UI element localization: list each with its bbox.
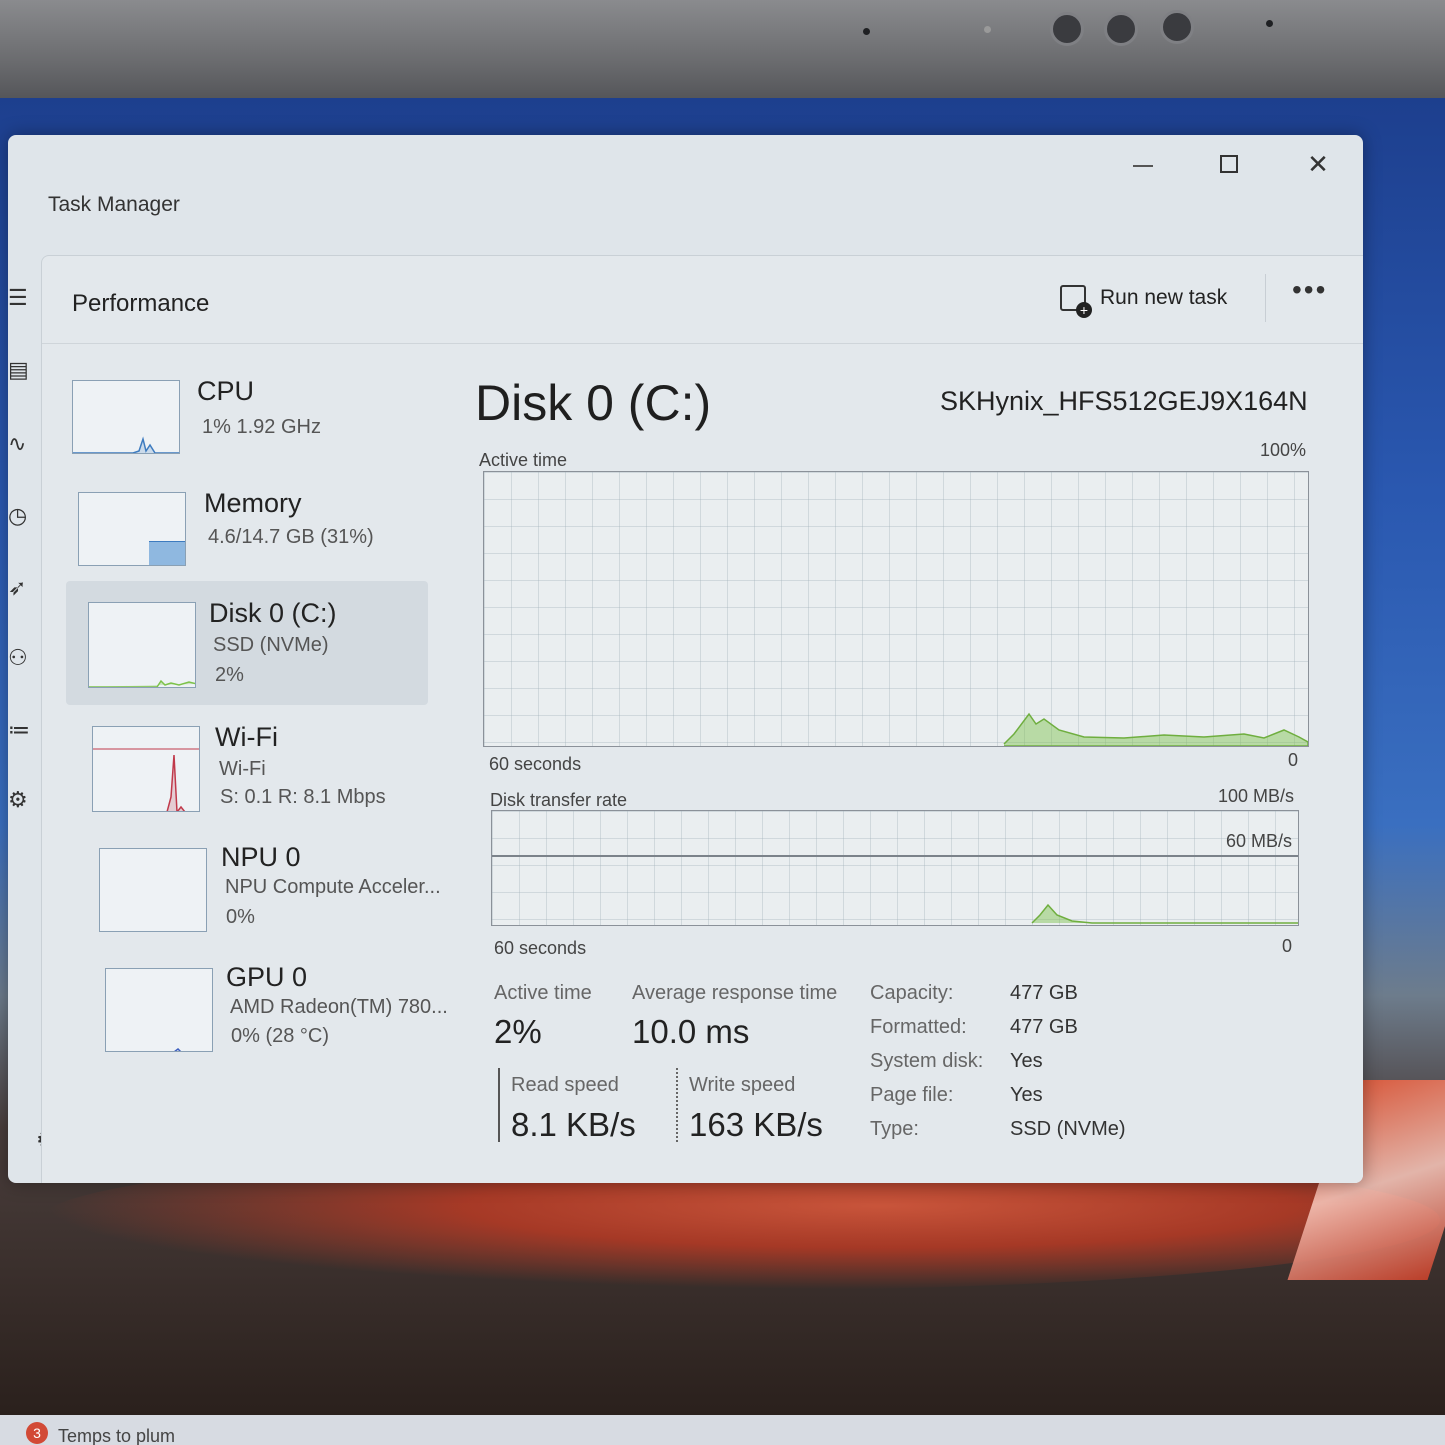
active-time-label: Active time xyxy=(494,982,592,1004)
startup-apps-icon[interactable]: ➶ xyxy=(8,575,44,605)
active-time-graph-max: 100% xyxy=(1260,440,1307,460)
taskbar-item[interactable]: Temps to plum xyxy=(58,1426,175,1445)
users-icon[interactable]: ⚇ xyxy=(8,645,44,675)
device-name: Wi-Fi xyxy=(215,722,278,752)
task-manager-window: Task Manager ✕ ☰ ▤ ∿ ◷ ➶ ⚇ ≔ ⚙ ⚙ Perform… xyxy=(8,135,1363,1183)
transfer-graph-span: 60 seconds xyxy=(494,938,587,958)
sensor-dot xyxy=(863,28,870,35)
performance-icon[interactable]: ∿ xyxy=(8,431,44,461)
camera-lens xyxy=(1160,10,1194,44)
device-item-cpu[interactable]: CPU 1% 1.92 GHz xyxy=(42,376,462,486)
device-item-disk[interactable]: Disk 0 (C:) SSD (NVMe) 2% xyxy=(42,598,462,708)
camera-lens xyxy=(1104,12,1138,46)
cpu-thumbnail-graph xyxy=(72,380,180,454)
transfer-graph-max: 100 MB/s xyxy=(1218,786,1295,806)
avg-response-value: 10.0 ms xyxy=(632,1013,750,1050)
disk-thumbnail-graph xyxy=(88,602,196,688)
active-time-graph-span: 60 seconds xyxy=(489,754,582,774)
sensor-dot xyxy=(984,26,991,33)
transfer-graph-min: 0 xyxy=(1282,936,1293,956)
processes-icon[interactable]: ▤ xyxy=(8,357,44,387)
device-detail: NPU Compute Acceler... xyxy=(225,876,441,898)
device-throughput: S: 0.1 R: 8.1 Mbps xyxy=(220,786,386,808)
write-speed-label: Write speed xyxy=(689,1074,796,1096)
device-item-npu[interactable]: NPU 0 NPU Compute Acceler... 0% xyxy=(42,842,462,952)
divider xyxy=(1265,274,1266,322)
device-usage: 0% xyxy=(226,906,255,928)
property-key: Formatted: xyxy=(870,1016,967,1038)
property-key: System disk: xyxy=(870,1050,984,1072)
memory-thumbnail-graph xyxy=(78,492,186,566)
device-name: NPU 0 xyxy=(221,842,301,872)
wifi-thumbnail-graph xyxy=(92,726,200,812)
npu-thumbnail-graph xyxy=(99,848,207,932)
device-usage: 2% xyxy=(215,664,244,686)
maximize-icon[interactable] xyxy=(1220,155,1238,173)
device-item-wifi[interactable]: Wi-Fi Wi-Fi S: 0.1 R: 8.1 Mbps xyxy=(42,722,462,832)
minimize-icon[interactable] xyxy=(1133,165,1153,167)
detail-title: Disk 0 (C:) xyxy=(475,375,712,431)
property-key: Capacity: xyxy=(870,982,954,1004)
notification-badge[interactable]: 3 xyxy=(26,1422,48,1444)
device-name: CPU xyxy=(197,376,255,406)
device-detail: AMD Radeon(TM) 780... xyxy=(230,996,448,1018)
property-value: Yes xyxy=(1010,1050,1043,1072)
avg-response-label: Average response time xyxy=(632,982,838,1004)
transfer-graph-label: Disk transfer rate xyxy=(490,790,628,810)
read-speed-bar xyxy=(498,1068,500,1142)
device-item-gpu[interactable]: GPU 0 AMD Radeon(TM) 780... 0% (28 °C) xyxy=(42,962,462,1072)
disk-model: SKHynix_HFS512GEJ9X164N xyxy=(940,386,1308,416)
device-item-memory[interactable]: Memory 4.6/14.7 GB (31%) xyxy=(42,488,462,598)
title-bar: Task Manager ✕ xyxy=(8,135,1363,245)
active-time-graph-label: Active time xyxy=(479,450,568,470)
property-value: 477 GB xyxy=(1010,1016,1078,1038)
property-value: Yes xyxy=(1010,1084,1043,1106)
device-name: Disk 0 (C:) xyxy=(209,598,337,628)
more-options-icon[interactable]: ••• xyxy=(1292,274,1327,306)
device-usage: 0% (28 °C) xyxy=(231,1025,330,1047)
details-icon[interactable]: ≔ xyxy=(8,717,44,747)
hamburger-menu-icon[interactable]: ☰ xyxy=(8,285,44,315)
panel-header: Performance Run new task ••• xyxy=(42,256,1363,344)
property-value: SSD (NVMe) xyxy=(1010,1118,1126,1140)
performance-panel: Performance Run new task ••• CPU 1% 1.92… xyxy=(41,255,1363,1183)
device-detail: SSD (NVMe) xyxy=(213,634,329,656)
taskbar xyxy=(0,1415,1445,1445)
device-detail: Wi-Fi xyxy=(219,758,266,780)
active-time-value: 2% xyxy=(494,1013,542,1050)
memory-usage-fill xyxy=(149,541,185,565)
write-speed-bar xyxy=(676,1068,678,1142)
app-history-icon[interactable]: ◷ xyxy=(8,503,44,533)
close-icon[interactable]: ✕ xyxy=(1296,149,1340,179)
device-detail: 1% 1.92 GHz xyxy=(202,416,321,438)
transfer-rate-graph: 60 MB/s xyxy=(491,810,1299,926)
gpu-thumbnail-graph xyxy=(105,968,213,1052)
active-time-graph-min: 0 xyxy=(1288,750,1299,770)
page-title: Performance xyxy=(72,290,210,317)
laptop-bezel xyxy=(0,0,1445,98)
property-key: Page file: xyxy=(870,1084,954,1106)
read-speed-value: 8.1 KB/s xyxy=(511,1106,636,1143)
property-value: 477 GB xyxy=(1010,982,1078,1004)
run-new-task-label: Run new task xyxy=(1100,286,1228,309)
property-key: Type: xyxy=(870,1118,919,1140)
app-title: Task Manager xyxy=(48,193,180,216)
active-time-graph xyxy=(483,471,1309,747)
run-new-task-icon xyxy=(1060,285,1092,318)
services-icon[interactable]: ⚙ xyxy=(8,787,44,817)
camera-lens xyxy=(1050,12,1084,46)
write-speed-value: 163 KB/s xyxy=(689,1106,823,1143)
sensor-dot xyxy=(1266,20,1273,27)
device-name: GPU 0 xyxy=(226,962,308,992)
read-speed-label: Read speed xyxy=(511,1074,619,1096)
run-new-task-button[interactable]: Run new task xyxy=(1060,278,1227,318)
device-detail: 4.6/14.7 GB (31%) xyxy=(208,526,374,548)
device-name: Memory xyxy=(204,488,302,518)
